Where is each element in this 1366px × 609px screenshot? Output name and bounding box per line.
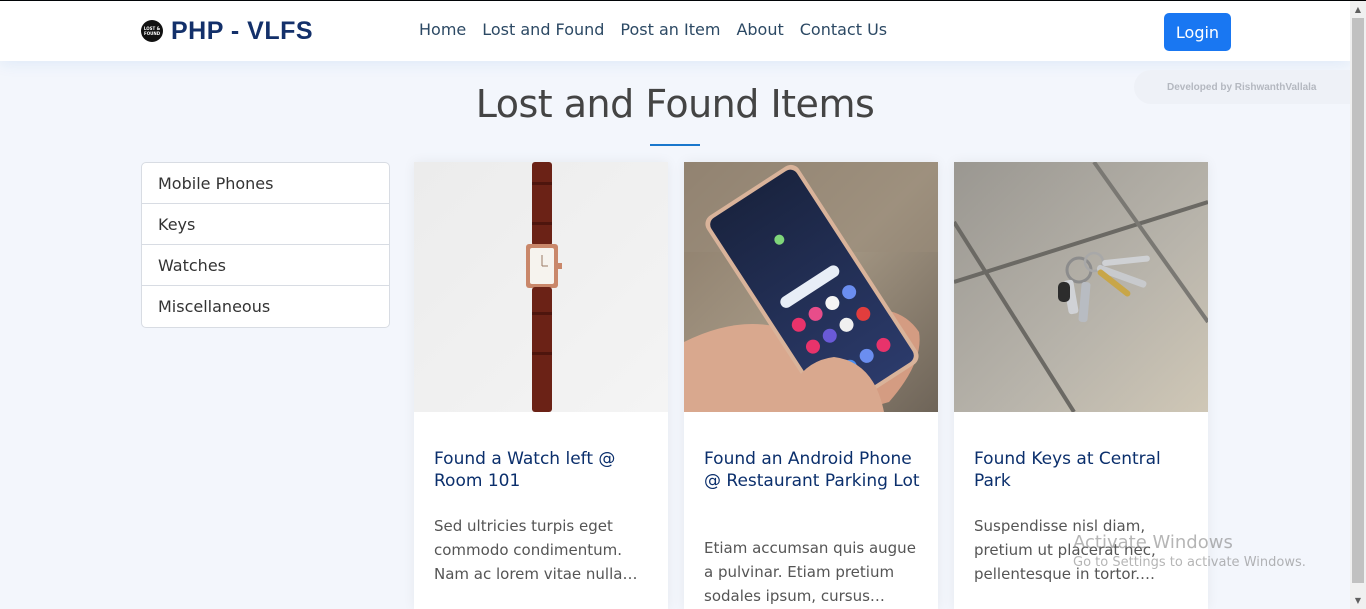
nav-about[interactable]: About — [728, 20, 791, 39]
title-divider — [650, 144, 700, 146]
category-keys[interactable]: Keys — [142, 204, 389, 245]
category-mobile-phones[interactable]: Mobile Phones — [142, 163, 389, 204]
phone-photo[interactable] — [684, 162, 938, 412]
login-button[interactable]: Login — [1164, 13, 1231, 51]
category-miscellaneous[interactable]: Miscellaneous — [142, 286, 389, 327]
nav-lost-and-found[interactable]: Lost and Found — [474, 20, 612, 39]
site-header: LOST & FOUND PHP - VLFS Home Lost and Fo… — [0, 1, 1350, 61]
item-card-watch[interactable]: Found a Watch left @ Room 101 Sed ultric… — [414, 162, 668, 609]
activate-windows-subtitle: Go to Settings to activate Windows. — [1073, 555, 1306, 570]
activate-windows-title: Activate Windows — [1073, 532, 1233, 553]
item-description: Sed ultricies turpis eget commodo condim… — [434, 517, 638, 583]
item-card-phone[interactable]: Found an Android Phone @ Restaurant Park… — [684, 162, 938, 609]
category-watches[interactable]: Watches — [142, 245, 389, 286]
site-logo[interactable]: LOST & FOUND PHP - VLFS — [141, 16, 313, 46]
main-nav: Home Lost and Found Post an Item About C… — [411, 20, 895, 39]
item-title[interactable]: Found Keys at Central Park — [974, 448, 1194, 492]
item-title[interactable]: Found a Watch left @ Room 101 — [434, 448, 654, 492]
item-description: Etiam accumsan quis augue a pulvinar. Et… — [704, 539, 916, 605]
badge-text-line2: FOUND — [143, 31, 161, 36]
page-title: Lost and Found Items — [475, 82, 875, 126]
scrollbar-thumb[interactable] — [1352, 18, 1364, 583]
keys-photo[interactable] — [954, 162, 1208, 412]
activate-windows-watermark: Activate Windows Go to Settings to activ… — [1073, 532, 1306, 570]
site-name: PHP - VLFS — [171, 16, 314, 45]
watch-photo[interactable] — [414, 162, 668, 412]
scroll-down-arrow-icon[interactable]: ▼ — [1350, 592, 1366, 608]
item-title[interactable]: Found an Android Phone @ Restaurant Park… — [704, 448, 924, 492]
nav-contact[interactable]: Contact Us — [792, 20, 895, 39]
category-list: Mobile Phones Keys Watches Miscellaneous — [141, 162, 390, 328]
nav-post-item[interactable]: Post an Item — [612, 20, 728, 39]
scroll-up-arrow-icon[interactable]: ▲ — [1350, 1, 1366, 17]
logo-badge-icon: LOST & FOUND — [141, 20, 163, 42]
nav-home[interactable]: Home — [411, 20, 474, 39]
